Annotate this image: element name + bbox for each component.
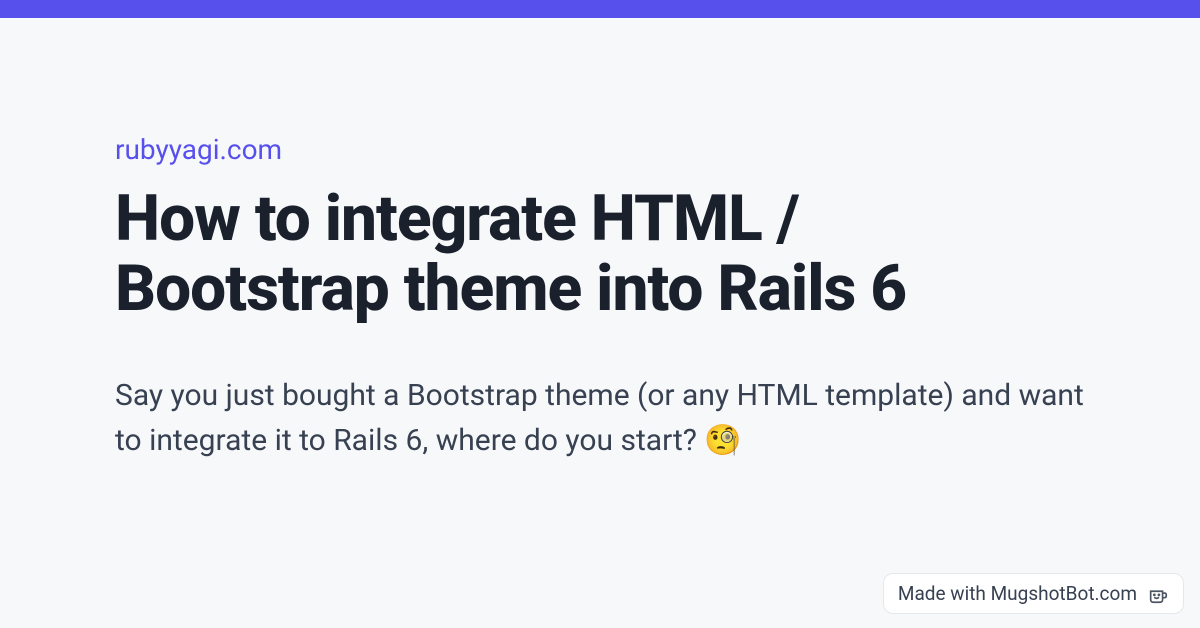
- badge-text: Made with MugshotBot.com: [898, 582, 1137, 605]
- main-content: rubyyagi.com How to integrate HTML / Boo…: [0, 18, 1200, 463]
- accent-top-bar: [0, 0, 1200, 18]
- mug-icon: [1147, 583, 1169, 605]
- site-domain: rubyyagi.com: [115, 133, 1085, 166]
- article-title: How to integrate HTML / Bootstrap theme …: [115, 184, 1085, 325]
- attribution-badge[interactable]: Made with MugshotBot.com: [883, 573, 1184, 614]
- article-description: Say you just bought a Bootstrap theme (o…: [115, 373, 1085, 463]
